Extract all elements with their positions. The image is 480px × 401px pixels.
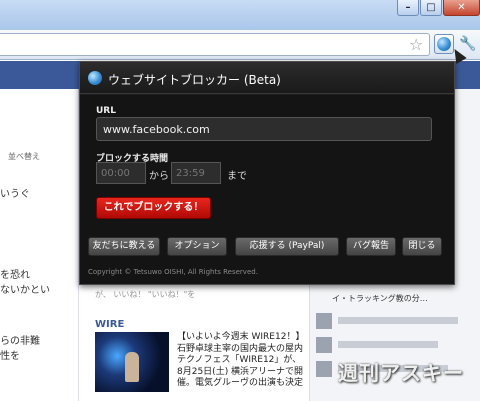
post-snippet: いうぐ — [0, 189, 30, 200]
url-input[interactable] — [96, 117, 432, 141]
minimize-button[interactable]: – — [397, 0, 419, 16]
post-snippet: らの非難 — [0, 336, 40, 347]
window-titlebar: – □ ✕ — [0, 0, 480, 30]
copyright-text: Copyright © Tetsuwo OISHI, All Rights Re… — [88, 268, 258, 276]
url-label: URL — [96, 106, 116, 116]
minimize-icon: – — [405, 2, 411, 13]
popup-header: ウェブサイトブロッカー (Beta) — [80, 62, 454, 94]
page-left-column: 並べ替え いうぐ を恐れ ないかとい らの非難 性を — [0, 89, 78, 401]
faded-post-text: が、 いいね！ "いいね！"を — [95, 290, 196, 299]
post-text: 【いよいよ今週末 WIRE12！】石野卓球主宰の国内最大の屋内テクノフェス「WI… — [177, 332, 305, 388]
bug-report-button[interactable]: バグ報告 — [346, 237, 396, 256]
sidebar-text — [338, 317, 458, 324]
until-label: まで — [227, 171, 247, 182]
options-button[interactable]: オプション — [167, 237, 227, 256]
star-icon[interactable]: ☆ — [409, 34, 423, 56]
globe-icon — [88, 71, 102, 85]
start-time-input[interactable] — [96, 162, 146, 184]
post-snippet: を恐れ — [0, 270, 30, 281]
sidebar-ad-text[interactable]: イ・トラッキング教の分… — [332, 293, 428, 304]
watermark-logo: 週刊アスキー — [338, 361, 464, 385]
performer-figure — [125, 352, 139, 382]
from-label: から — [149, 171, 169, 182]
block-button[interactable]: これでブロックする！ — [96, 197, 211, 219]
website-blocker-icon — [437, 37, 451, 51]
post-snippet: 性を — [0, 351, 20, 362]
sort-label[interactable]: 並べ替え — [8, 151, 40, 162]
address-bar[interactable]: ☆ — [0, 33, 430, 56]
maximize-button[interactable]: □ — [420, 0, 442, 16]
close-button[interactable]: 閉じる — [402, 237, 442, 256]
end-time-input[interactable] — [171, 162, 221, 184]
donate-button[interactable]: 応援する (PayPal) — [235, 237, 339, 256]
post-author-link[interactable]: WIRE — [95, 319, 124, 330]
sidebar-avatar[interactable] — [316, 337, 332, 353]
sidebar-text — [338, 341, 438, 348]
website-blocker-popup: ウェブサイトブロッカー (Beta) URL ブロックする時間 から まで これ… — [79, 61, 455, 285]
popup-body: URL ブロックする時間 から まで これでブロックする！ 友だちに教える オプ… — [80, 95, 454, 284]
post-image[interactable] — [95, 332, 169, 392]
close-icon: ✕ — [457, 2, 466, 13]
sidebar-avatar[interactable] — [316, 313, 332, 329]
sidebar-avatar[interactable] — [316, 361, 332, 377]
close-window-button[interactable]: ✕ — [443, 0, 480, 16]
share-button[interactable]: 友だちに教える — [88, 237, 160, 256]
browser-toolbar: ☆ 🔧 — [0, 30, 480, 60]
maximize-icon: □ — [426, 2, 436, 13]
popup-title: ウェブサイトブロッカー (Beta) — [108, 73, 281, 87]
post-snippet: ないかとい — [0, 285, 50, 296]
